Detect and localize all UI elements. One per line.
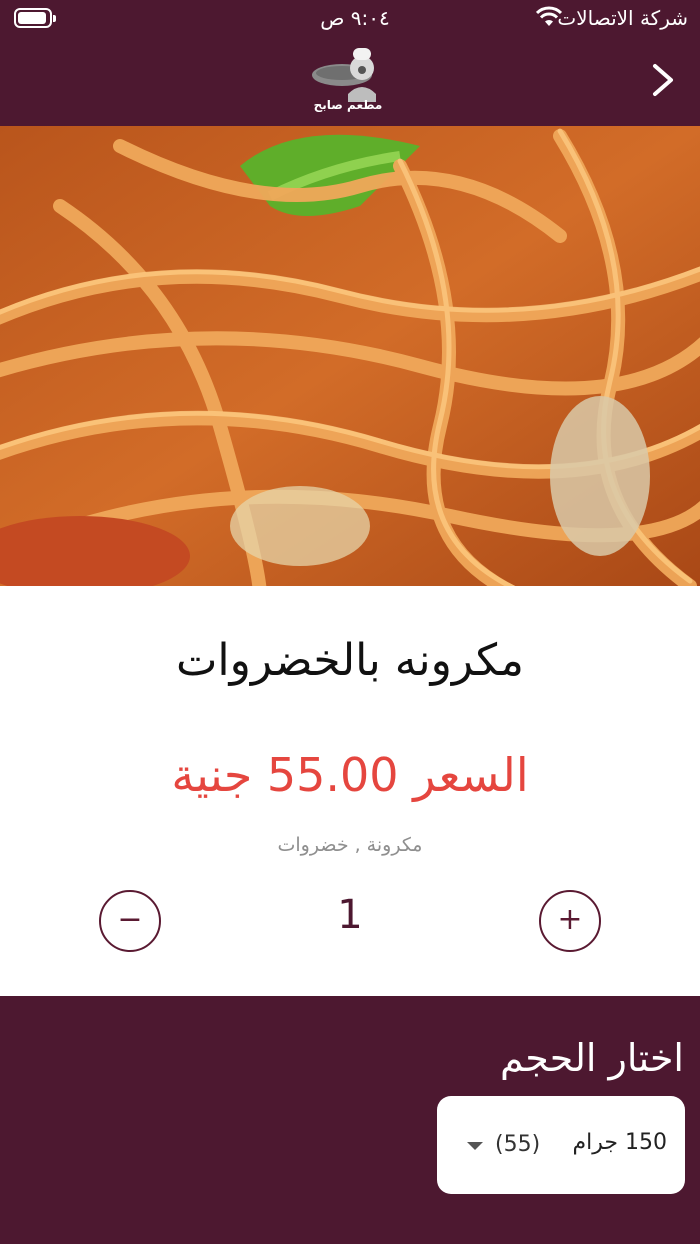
- product-price: السعر 55.00 جنية: [0, 748, 700, 802]
- clock: ٩:٠٤ ص: [320, 6, 390, 30]
- chevron-right-icon[interactable]: [645, 60, 681, 100]
- size-select[interactable]: 150 جرام (55): [437, 1096, 685, 1194]
- size-option-name: 150 جرام: [572, 1130, 667, 1155]
- product-image: [0, 126, 700, 586]
- product-title: مكرونه بالخضروات: [175, 635, 524, 686]
- carrier-name: شركة الاتصالات: [557, 6, 688, 30]
- price-prefix: السعر: [413, 748, 529, 802]
- price-amount: 55.00: [266, 748, 399, 802]
- top-bar: ٩:٠٤ ص شركة الاتصالات مطعم صابح: [0, 0, 700, 126]
- quantity-value: 1: [337, 892, 363, 938]
- increase-quantity-button[interactable]: +: [539, 890, 601, 952]
- size-label: اختار الحجم: [499, 1036, 684, 1080]
- size-option-price: (55): [495, 1132, 541, 1157]
- battery-icon: [14, 8, 56, 28]
- caret-down-icon: [467, 1142, 483, 1150]
- logo-text: مطعم صابح: [313, 98, 383, 112]
- status-bar: ٩:٠٤ ص شركة الاتصالات: [0, 0, 700, 40]
- product-description: مكرونة , خضروات: [277, 834, 423, 856]
- price-currency: جنية: [171, 748, 253, 802]
- decrease-quantity-button[interactable]: −: [99, 890, 161, 952]
